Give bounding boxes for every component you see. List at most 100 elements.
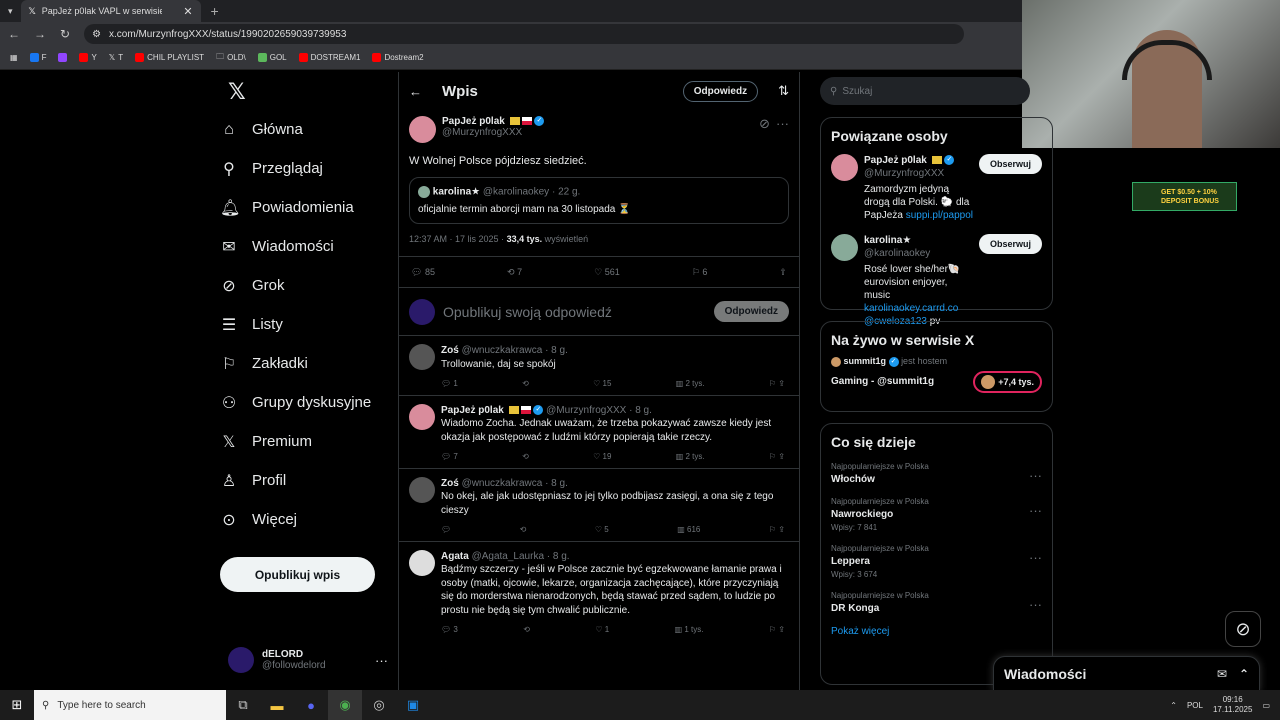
tab-menu-icon[interactable]: ▾ bbox=[0, 6, 21, 17]
bookmark[interactable]: Dostream2 bbox=[372, 53, 424, 62]
repost-action[interactable]: ⟲ bbox=[523, 623, 530, 637]
reply-item[interactable]: Zoś @wnuczkakrawca · 8 g. Trollowanie, d… bbox=[399, 336, 799, 396]
start-icon[interactable]: ⊞ bbox=[0, 690, 34, 720]
more-icon[interactable]: ··· bbox=[1029, 550, 1042, 565]
sliders-icon[interactable]: ⇅ bbox=[778, 83, 789, 99]
more-icon[interactable]: ··· bbox=[375, 653, 388, 668]
back-icon[interactable]: ← bbox=[8, 27, 20, 41]
person-link[interactable]: suppi.pl/pappol bbox=[906, 210, 973, 221]
like-action[interactable]: ♡ 1 bbox=[595, 623, 609, 637]
sidebar-item-premium[interactable]: 𝕏 Premium bbox=[220, 422, 390, 461]
sidebar-item-lists[interactable]: ☰ Listy bbox=[220, 305, 390, 344]
trend-item[interactable]: Najpopularniejsze w Polska DR Konga ··· bbox=[821, 585, 1052, 620]
sidebar-item-bookmarks[interactable]: ⚐ Zakładki bbox=[220, 344, 390, 383]
bookmark[interactable]: CHIL PLAYLIST bbox=[135, 53, 204, 62]
share-icon[interactable]: ⇪ bbox=[779, 267, 787, 278]
grok-floating-button[interactable]: ⊘ bbox=[1225, 611, 1261, 647]
bookmark-action[interactable]: ⚐ 6 bbox=[692, 267, 708, 278]
bookmark[interactable]: F bbox=[29, 53, 46, 62]
reply-action[interactable]: 💬︎ 85 bbox=[411, 267, 435, 278]
author-name[interactable]: PapJeż p0lak bbox=[442, 116, 505, 127]
avatar[interactable] bbox=[409, 476, 435, 503]
obs-icon[interactable]: ◎ bbox=[362, 690, 396, 720]
person-link[interactable]: karolinaokey.carrd.co bbox=[864, 303, 958, 314]
repost-action[interactable]: ⟲ bbox=[520, 523, 527, 537]
trend-item[interactable]: Najpopularniejsze w Polska Leppera Wpisy: … bbox=[821, 538, 1052, 585]
more-icon[interactable]: ··· bbox=[1029, 468, 1042, 483]
messages-drawer[interactable]: Wiadomości ✉ ⌃ bbox=[993, 656, 1260, 692]
reload-icon[interactable]: ↻ bbox=[60, 27, 70, 41]
new-tab-icon[interactable]: + bbox=[211, 3, 219, 19]
more-icon[interactable]: ··· bbox=[1029, 503, 1042, 518]
search-input[interactable]: ⚲ Szukaj bbox=[820, 77, 1030, 105]
address-bar[interactable]: ⚙ x.com/MurzynfrogXXX/status/19902026590… bbox=[84, 24, 965, 44]
reply-action[interactable]: 💬︎ 7 bbox=[441, 450, 458, 464]
grok-icon[interactable]: ⊘ bbox=[759, 116, 770, 143]
person-item[interactable]: PapJeż p0lak ✓ @MurzynfrogXXX Zamordyzm … bbox=[821, 150, 1052, 230]
bookmark[interactable]: Y bbox=[79, 53, 97, 62]
app-icon[interactable]: ▣ bbox=[396, 690, 430, 720]
trend-item[interactable]: Najpopularniejsze w Polska Nawrockiego Wpi… bbox=[821, 491, 1052, 538]
reply-pill-button[interactable]: Odpowiedz bbox=[682, 80, 759, 102]
sidebar-item-messages[interactable]: ✉ Wiadomości bbox=[220, 227, 390, 266]
clock[interactable]: 09:16 17.11.2025 bbox=[1213, 695, 1252, 715]
sidebar-item-home[interactable]: ⌂ Główna bbox=[220, 110, 390, 149]
bookmark-icon[interactable]: ⚐ ⇪ bbox=[769, 623, 785, 637]
reply-action[interactable]: 💬︎ bbox=[441, 523, 451, 537]
new-message-icon[interactable]: ✉ bbox=[1217, 667, 1227, 681]
discord-icon[interactable]: ● bbox=[294, 690, 328, 720]
repost-action[interactable]: ⟲ 7 bbox=[507, 267, 522, 278]
sidebar-item-more[interactable]: ⊙ Więcej bbox=[220, 500, 390, 539]
avatar[interactable] bbox=[831, 154, 858, 181]
avatar[interactable] bbox=[409, 403, 435, 430]
avatar[interactable] bbox=[409, 116, 436, 143]
views-action[interactable]: ▥ 2 tys. bbox=[676, 377, 705, 391]
bookmark[interactable]: GOL bbox=[257, 53, 287, 62]
apps-icon[interactable]: ▦ bbox=[10, 53, 18, 62]
sidebar-item-communities[interactable]: ⚇ Grupy dyskusyjne bbox=[220, 383, 390, 422]
reply-item[interactable]: Agata @Agata_Laurka · 8 g. Bądźmy szczer… bbox=[399, 542, 799, 641]
bookmark-icon[interactable]: ⚐ ⇪ bbox=[769, 523, 785, 537]
like-action[interactable]: ♡ 19 bbox=[593, 450, 611, 464]
tray-chevron-icon[interactable]: ⌃ bbox=[1170, 701, 1177, 710]
author-handle[interactable]: @MurzynfrogXXX bbox=[442, 127, 753, 138]
sidebar-item-explore[interactable]: ⚲ Przeglądaj bbox=[220, 149, 390, 188]
reply-item[interactable]: Zoś @wnuczkakrawca · 8 g. No okej, ale j… bbox=[399, 469, 799, 542]
like-action[interactable]: ♡ 15 bbox=[593, 377, 611, 391]
account-switcher[interactable]: dELORD @followdelord ··· bbox=[228, 647, 388, 673]
task-view-icon[interactable]: ⧉ bbox=[226, 690, 260, 720]
file-explorer-icon[interactable]: ▬ bbox=[260, 690, 294, 720]
views-action[interactable]: ▥ 2 tys. bbox=[676, 450, 705, 464]
reply-input[interactable]: Opublikuj swoją odpowiedź bbox=[443, 304, 612, 320]
post-time[interactable]: 12:37 AM · 17 lis 2025 · bbox=[409, 234, 504, 244]
sidebar-item-profile[interactable]: ♙ Profil bbox=[220, 461, 390, 500]
more-icon[interactable]: ··· bbox=[1029, 597, 1042, 612]
repost-action[interactable]: ⟲ bbox=[522, 450, 529, 464]
like-action[interactable]: ♡ 5 bbox=[595, 523, 609, 537]
quoted-post[interactable]: karolina★ @karolinaokey · 22 g. oficjaln… bbox=[409, 177, 789, 224]
bookmark[interactable]: DOSTREAM1 bbox=[298, 53, 360, 62]
reply-author[interactable]: Agata bbox=[441, 551, 469, 562]
more-icon[interactable]: ··· bbox=[776, 116, 789, 143]
back-arrow-icon[interactable]: ← bbox=[409, 84, 422, 99]
reply-author[interactable]: PapJeż p0lak bbox=[441, 405, 504, 416]
bookmark[interactable] bbox=[58, 53, 68, 62]
close-tab-icon[interactable]: ✕ bbox=[183, 5, 192, 18]
reply-action[interactable]: 💬︎ 3 bbox=[441, 623, 458, 637]
views-action[interactable]: ▥ 616 bbox=[677, 523, 700, 537]
reply-author[interactable]: Zoś bbox=[441, 345, 459, 356]
live-card[interactable]: Na żywo w serwisie X summit1g ✓ jest hos… bbox=[820, 321, 1053, 412]
bookmark-folder[interactable]: 🗀 OLD\ bbox=[216, 51, 246, 65]
post-button[interactable]: Opublikuj wpis bbox=[220, 557, 375, 592]
chrome-icon[interactable]: ◉ bbox=[328, 690, 362, 720]
avatar[interactable] bbox=[409, 344, 435, 370]
reply-author[interactable]: Zoś bbox=[441, 478, 459, 489]
views-action[interactable]: ▥ 1 tys. bbox=[675, 623, 704, 637]
bookmark-icon[interactable]: ⚐ ⇪ bbox=[769, 377, 785, 391]
reply-action[interactable]: 💬︎ 1 bbox=[441, 377, 458, 391]
show-more-link[interactable]: Pokaż więcej bbox=[821, 620, 1052, 643]
x-logo-icon[interactable]: 𝕏 bbox=[220, 74, 390, 110]
avatar[interactable] bbox=[831, 234, 858, 261]
reply-item[interactable]: PapJeż p0lak ✓ @MurzynfrogXXX · 8 g. Wia… bbox=[399, 396, 799, 469]
language-indicator[interactable]: POL bbox=[1187, 701, 1203, 710]
